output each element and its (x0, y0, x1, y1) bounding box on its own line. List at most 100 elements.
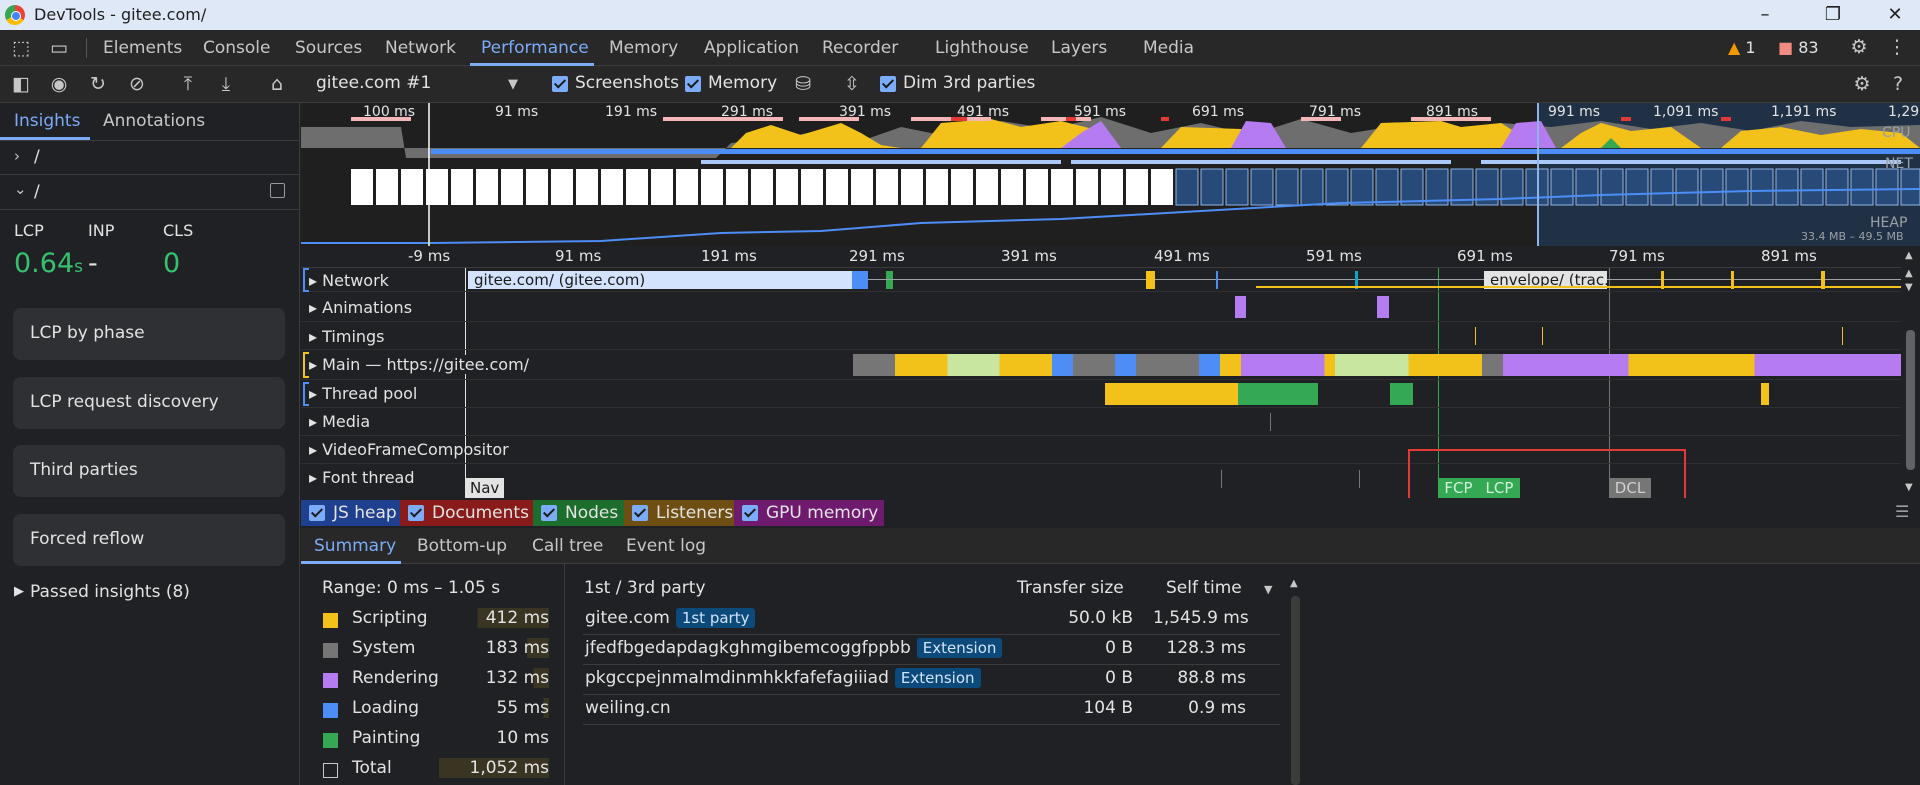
track-thread-pool-label[interactable]: ▸ Thread pool (309, 384, 417, 403)
counter-gpu-memory[interactable]: GPU memory (734, 500, 885, 526)
summary-scrollbar[interactable]: ▲ (1286, 564, 1305, 785)
device-toolbar-icon[interactable]: ▭ (48, 37, 70, 59)
metric-cls-value[interactable]: 0 (163, 248, 180, 279)
timeline-tracks[interactable]: -9 ms 91 ms 191 ms 291 ms 391 ms 491 ms … (301, 246, 1920, 513)
metric-inp-value: - (88, 248, 98, 279)
track-timings-label[interactable]: ▸ Timings (309, 327, 385, 346)
tab-sources[interactable]: Sources (295, 38, 362, 58)
table-row[interactable]: weiling.cn 104 B 0.9 ms (583, 694, 1280, 724)
tab-application[interactable]: Application (704, 38, 799, 58)
counter-js-heap[interactable]: JS heap (301, 500, 403, 526)
insight-card-lcp-request-discovery[interactable]: LCP request discovery (13, 377, 285, 429)
track-animations[interactable]: ▸ Animations (301, 292, 1901, 322)
maximize-icon[interactable]: ❐ (1808, 2, 1858, 28)
inspect-element-icon[interactable]: ⬚ (10, 37, 32, 59)
table-row[interactable]: jfedfbgedapdagkghmgibemcoggfppbb Extensio… (583, 634, 1280, 664)
tree-item-expanded[interactable]: ⌄ / (0, 176, 300, 210)
counter-nodes[interactable]: Nodes (533, 500, 625, 526)
tab-memory[interactable]: Memory (609, 38, 678, 58)
tab-summary[interactable]: Summary (314, 536, 396, 556)
insight-card-third-parties[interactable]: Third parties (13, 445, 285, 497)
scroll-down-icon[interactable]: ▼ (1905, 482, 1913, 493)
garbage-collect-icon[interactable]: ⛁ (792, 73, 814, 95)
scroll-up-icon[interactable]: ▲ (1290, 578, 1298, 589)
cpu-label: CPU (1882, 125, 1911, 141)
track-animations-label[interactable]: ▸ Animations (309, 298, 412, 317)
dim-3rd-parties-checkbox[interactable] (880, 76, 896, 92)
drag-handle-icon[interactable]: ☰ (1895, 502, 1909, 521)
record-icon[interactable]: ◉ (48, 73, 70, 95)
table-header-self-time[interactable]: Self time (1166, 578, 1242, 598)
sidebar-tab-insights[interactable]: Insights (14, 111, 80, 131)
tab-event-log[interactable]: Event log (626, 536, 706, 556)
tab-network[interactable]: Network (385, 38, 456, 58)
memory-checkbox[interactable] (685, 76, 701, 92)
timeline-overview[interactable]: 100 ms 91 ms 191 ms 291 ms 391 ms 491 ms… (301, 103, 1920, 246)
heap-label: HEAP (1870, 215, 1908, 231)
scroll-up-icon[interactable]: ▲ (1905, 268, 1913, 279)
screenshots-checkbox[interactable] (552, 76, 568, 92)
tab-call-tree[interactable]: Call tree (532, 536, 603, 556)
scroll-up-icon[interactable]: ▲ (1905, 250, 1913, 261)
more-options-icon[interactable]: ⋮ (1886, 36, 1908, 58)
close-icon[interactable]: ✕ (1870, 2, 1920, 28)
capture-settings-icon[interactable]: ⚙ (1851, 73, 1873, 95)
load-profile-icon[interactable]: ⤒ (177, 73, 199, 95)
network-request-bar[interactable]: gitee.com/ (gitee.com) (468, 271, 852, 289)
settings-gear-icon[interactable]: ⚙ (1848, 36, 1870, 58)
insight-card-forced-reflow[interactable]: Forced reflow (13, 514, 285, 566)
track-media-label[interactable]: ▸ Media (309, 412, 370, 431)
sidebar-tab-annotations[interactable]: Annotations (103, 111, 205, 131)
toggle-sidebar-icon[interactable]: ◧ (10, 73, 32, 95)
tab-bottom-up[interactable]: Bottom-up (417, 536, 507, 556)
tree-item-collapsed[interactable]: › / (0, 141, 300, 175)
warnings-counter[interactable]: ▲ 1 (1728, 38, 1756, 57)
track-main-label[interactable]: ▸ Main — https://gitee.com/ (309, 355, 536, 374)
collapse-tracks-icon[interactable]: ⇳ (841, 73, 863, 95)
metric-lcp-value[interactable]: 0.64s (14, 248, 83, 279)
timeline-scrollbar[interactable]: ▲ ▲ ▼ ▼ (1901, 246, 1920, 498)
recording-select[interactable]: gitee.com #1 (316, 73, 431, 93)
scroll-thumb[interactable] (1906, 330, 1915, 470)
tab-elements[interactable]: Elements (103, 38, 182, 58)
counter-listeners[interactable]: Listeners (624, 500, 740, 526)
save-profile-icon[interactable]: ⤓ (215, 73, 237, 95)
tab-media[interactable]: Media (1143, 38, 1194, 58)
minimize-icon[interactable]: – (1740, 2, 1790, 28)
passed-insights-toggle[interactable]: Passed insights (8) (30, 582, 190, 602)
screenshot-icon[interactable] (270, 183, 285, 198)
ruler-tick: 191 ms (701, 247, 757, 265)
track-media[interactable]: ▸ Media (301, 408, 1901, 436)
table-row[interactable]: pkgccpejnmalmdinmhkkfafefagiiiad Extensio… (583, 664, 1280, 694)
help-icon[interactable]: ? (1887, 73, 1909, 95)
table-header-transfer-size[interactable]: Transfer size (1017, 578, 1124, 598)
overview-tick: 691 ms (1192, 104, 1245, 120)
nav-marker[interactable]: Nav (465, 478, 505, 498)
track-thread-pool[interactable]: ▸ Thread pool (301, 380, 1901, 408)
tab-performance[interactable]: Performance (481, 38, 589, 58)
metric-inp-label: INP (88, 221, 115, 240)
chevron-down-icon[interactable]: ▼ (508, 77, 518, 92)
tab-recorder[interactable]: Recorder (822, 38, 898, 58)
tab-lighthouse[interactable]: Lighthouse (935, 38, 1029, 58)
counter-documents[interactable]: Documents (400, 500, 535, 526)
issues-counter[interactable]: ■ 83 (1778, 38, 1819, 57)
track-network-label[interactable]: ▸ Network (309, 271, 389, 290)
track-network[interactable]: ▸ Network gitee.com/ (gitee.com) envelop… (301, 268, 1901, 292)
tab-console[interactable]: Console (203, 38, 271, 58)
track-main[interactable]: ▸ Main — https://gitee.com/ (301, 350, 1901, 380)
track-video-frame-compositor-label[interactable]: ▸ VideoFrameCompositor (309, 440, 509, 459)
reload-record-icon[interactable]: ↻ (87, 73, 109, 95)
sort-descending-icon[interactable]: ▼ (1264, 583, 1272, 596)
table-header-party[interactable]: 1st / 3rd party (584, 578, 706, 598)
home-icon[interactable]: ⌂ (266, 73, 288, 95)
tab-layers[interactable]: Layers (1051, 38, 1107, 58)
scroll-down-icon[interactable]: ▼ (1905, 282, 1913, 293)
insight-card-lcp-by-phase[interactable]: LCP by phase (13, 308, 285, 360)
clear-icon[interactable]: ⊘ (126, 73, 148, 95)
scroll-thumb[interactable] (1291, 596, 1300, 785)
track-timings[interactable]: ▸ Timings (301, 322, 1901, 350)
overview-tick: 391 ms (839, 104, 892, 120)
table-row[interactable]: gitee.com 1st party 50.0 kB 1,545.9 ms (583, 604, 1280, 634)
track-font-thread-label[interactable]: ▸ Font thread (309, 468, 415, 487)
